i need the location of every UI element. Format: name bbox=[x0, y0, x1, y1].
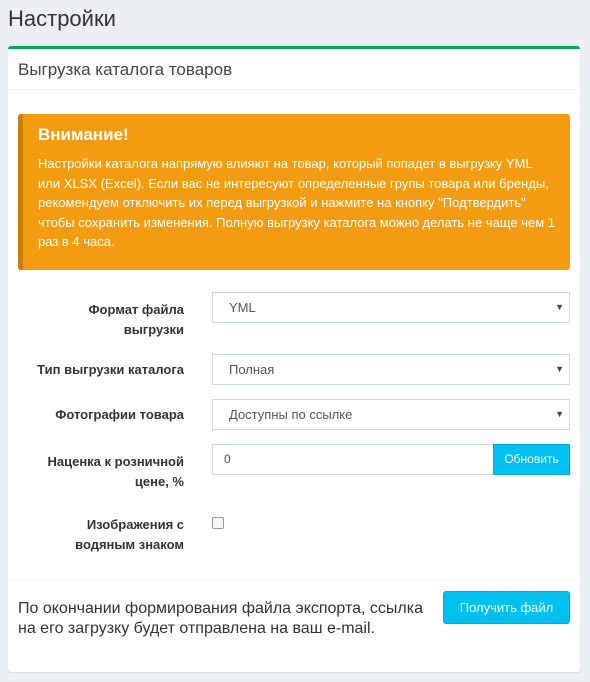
photos-select[interactable]: Доступны по ссылке ▼ bbox=[212, 399, 570, 430]
watermark-checkbox[interactable] bbox=[212, 517, 224, 529]
get-file-button[interactable]: Получить файл bbox=[443, 591, 570, 624]
type-select[interactable]: Полная ▼ bbox=[212, 354, 570, 385]
chevron-down-icon: ▼ bbox=[555, 302, 564, 312]
watermark-label: Изображения с водяным знаком bbox=[75, 517, 184, 552]
page-title: Настройки bbox=[8, 6, 116, 31]
box-footer: По окончании формирования файла экспорта… bbox=[8, 579, 580, 675]
markup-label: Наценка к розничной цене, % bbox=[47, 454, 184, 489]
photos-label: Фотографии товара bbox=[55, 407, 184, 422]
export-box: Выгрузка каталога товаров Внимание! Наст… bbox=[8, 46, 580, 672]
markup-input-group: 0 Обновить bbox=[212, 444, 570, 475]
box-title: Выгрузка каталога товаров bbox=[18, 60, 233, 79]
box-header: Выгрузка каталога товаров bbox=[8, 49, 580, 90]
format-label: Формат файла выгрузки bbox=[88, 302, 184, 337]
format-select[interactable]: YML ▼ bbox=[212, 292, 570, 323]
chevron-down-icon: ▼ bbox=[555, 364, 564, 374]
type-label: Тип выгрузки каталога bbox=[37, 362, 184, 377]
footer-text: По окончании формирования файла экспорта… bbox=[18, 600, 423, 637]
warning-callout: Внимание! Настройки каталога напрямую вл… bbox=[18, 114, 570, 270]
callout-heading: Внимание! bbox=[38, 125, 129, 144]
callout-text: Настройки каталога напрямую влияют на то… bbox=[38, 156, 555, 249]
update-button[interactable]: Обновить bbox=[493, 444, 570, 475]
markup-input[interactable]: 0 bbox=[212, 444, 494, 475]
chevron-down-icon: ▼ bbox=[555, 409, 564, 419]
